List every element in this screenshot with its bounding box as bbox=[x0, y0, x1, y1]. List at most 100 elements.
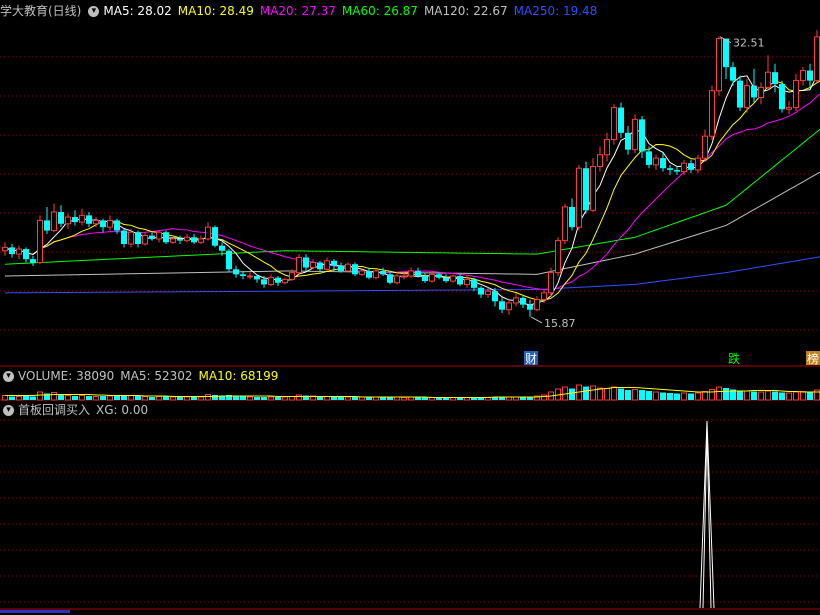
candle-body bbox=[317, 262, 323, 270]
volume-bar bbox=[184, 396, 190, 401]
candle-body bbox=[527, 304, 533, 310]
candle-body bbox=[380, 270, 386, 275]
candle-body bbox=[310, 262, 316, 269]
candle-body bbox=[646, 151, 652, 165]
ma20-line bbox=[4, 93, 820, 291]
volume-bar bbox=[79, 395, 85, 401]
candle-body bbox=[422, 276, 428, 282]
volume-bar bbox=[800, 391, 806, 401]
ma60-line bbox=[4, 128, 820, 265]
candle-body bbox=[303, 257, 309, 268]
candle-body bbox=[604, 139, 610, 156]
candle-body bbox=[373, 270, 379, 279]
volume-bar bbox=[352, 397, 358, 400]
candle-body bbox=[37, 219, 43, 264]
volume-bar bbox=[604, 388, 610, 401]
candle-body bbox=[233, 269, 239, 275]
volume-bar bbox=[772, 391, 778, 400]
candle-body bbox=[170, 238, 176, 243]
volume-bar bbox=[107, 395, 113, 401]
candle-body bbox=[758, 86, 764, 98]
candle-body bbox=[2, 246, 8, 252]
candle-body bbox=[688, 163, 694, 170]
candle-body bbox=[492, 291, 498, 302]
volume-bar bbox=[156, 396, 162, 401]
candle-body bbox=[485, 290, 491, 296]
volume-bar bbox=[702, 391, 708, 401]
candle-body bbox=[345, 263, 351, 272]
candle-body bbox=[219, 245, 225, 251]
volume-bar bbox=[632, 389, 638, 401]
candle-body bbox=[261, 279, 267, 285]
volume-bar bbox=[93, 396, 99, 401]
candle-body bbox=[184, 236, 190, 242]
volume-bar bbox=[674, 393, 680, 400]
volume-bar bbox=[667, 393, 673, 400]
candle-body bbox=[338, 265, 344, 271]
candle-body bbox=[597, 154, 603, 168]
volume-bar bbox=[142, 396, 148, 401]
candle-body bbox=[555, 240, 561, 274]
high-price-label: 32.51 bbox=[733, 37, 765, 50]
candle-body bbox=[296, 256, 302, 274]
candle-body bbox=[506, 302, 512, 311]
candle-body bbox=[359, 270, 365, 275]
candle-body bbox=[352, 264, 358, 275]
candle-body bbox=[478, 287, 484, 295]
kline-chart[interactable]: 32.51 15.87 财 跌 榜 bbox=[0, 0, 820, 615]
ma5-line bbox=[4, 70, 820, 306]
volume-bar bbox=[688, 393, 694, 400]
volume-bar bbox=[317, 396, 323, 400]
candle-body bbox=[457, 276, 463, 285]
candle-body bbox=[121, 230, 127, 244]
candle-body bbox=[541, 292, 547, 301]
event-marker-text: 财 bbox=[525, 352, 537, 366]
volume-bar bbox=[541, 394, 547, 401]
candle-body bbox=[408, 270, 414, 277]
candle-body bbox=[576, 167, 582, 228]
candle-body bbox=[716, 38, 722, 92]
volume-bar bbox=[86, 396, 92, 400]
candle-body bbox=[513, 297, 519, 304]
volume-bar bbox=[758, 391, 764, 401]
candle-body bbox=[639, 119, 645, 152]
candle-body bbox=[562, 206, 568, 242]
candle-body bbox=[583, 168, 589, 211]
volume-bar bbox=[331, 397, 337, 400]
candle-body bbox=[100, 220, 106, 228]
ma120-line bbox=[4, 171, 820, 277]
volume-bar bbox=[625, 390, 631, 400]
volume-bar bbox=[114, 396, 120, 400]
candle-body bbox=[156, 231, 162, 240]
volume-bar bbox=[653, 391, 659, 401]
volume-bar bbox=[170, 396, 176, 401]
candle-body bbox=[800, 70, 806, 82]
volume-bar bbox=[135, 396, 141, 400]
candle-body bbox=[51, 211, 57, 232]
volume-bar bbox=[723, 388, 729, 400]
low-pointer bbox=[530, 316, 543, 324]
candle-body bbox=[429, 273, 435, 282]
candle-body bbox=[44, 220, 50, 231]
volume-bar bbox=[205, 394, 211, 401]
volume-bar bbox=[345, 396, 351, 401]
candle-body bbox=[436, 274, 442, 278]
candle-body bbox=[681, 162, 687, 173]
candle-body bbox=[366, 270, 372, 278]
candle-body bbox=[282, 278, 288, 284]
candle-body bbox=[86, 215, 92, 224]
candle-body bbox=[730, 67, 736, 81]
candle-body bbox=[275, 277, 281, 283]
candle-body bbox=[744, 85, 750, 109]
volume-bar bbox=[275, 397, 281, 400]
volume-bar bbox=[324, 396, 330, 401]
candle-body bbox=[240, 274, 246, 276]
volume-bar bbox=[282, 396, 288, 401]
candle-body bbox=[198, 238, 204, 243]
volume-bar bbox=[72, 396, 78, 400]
candle-body bbox=[324, 260, 330, 270]
candle-body bbox=[590, 166, 596, 211]
volume-bar bbox=[807, 392, 813, 400]
candle-body bbox=[394, 275, 400, 284]
candle-body bbox=[177, 238, 183, 241]
